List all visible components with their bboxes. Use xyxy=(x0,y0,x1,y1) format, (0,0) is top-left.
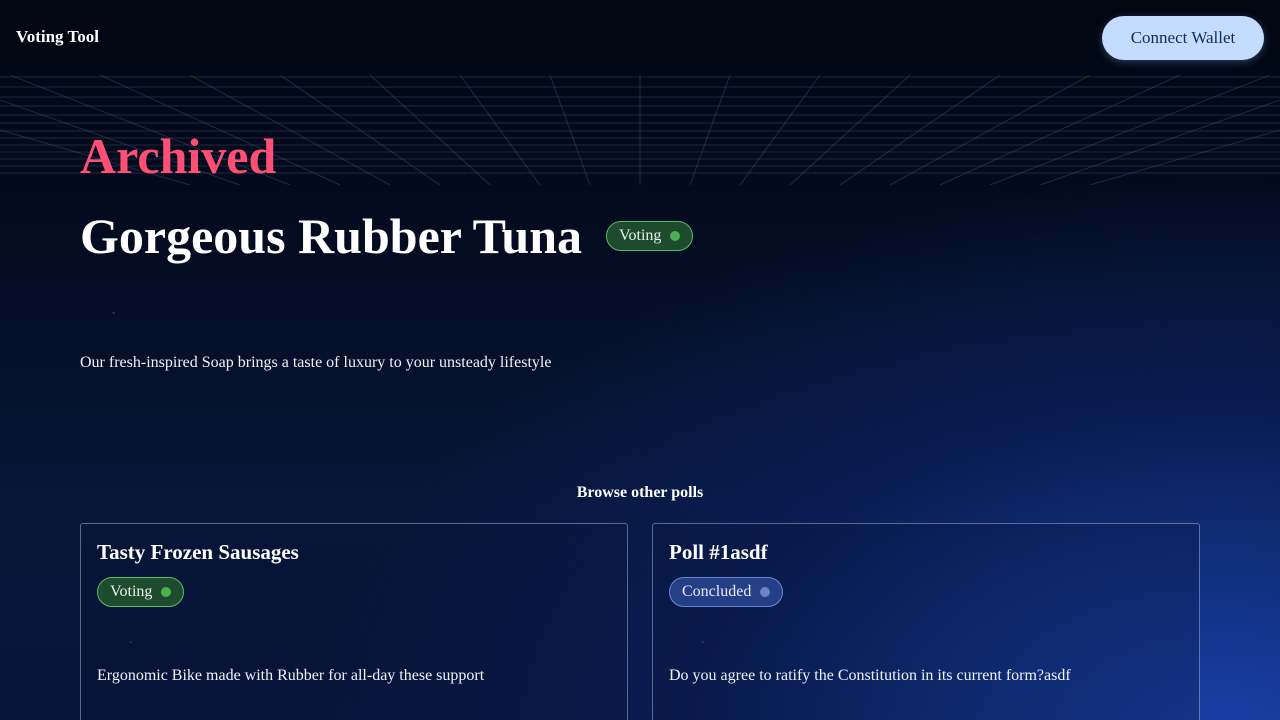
poll-card-description: Ergonomic Bike made with Rubber for all-… xyxy=(97,667,485,684)
status-label: Voting xyxy=(110,583,153,600)
poll-card-description: Do you agree to ratify the Constitution … xyxy=(669,667,1071,684)
poll-card-title[interactable]: Tasty Frozen Sausages xyxy=(97,540,299,565)
poll-card-status-badge: Concluded xyxy=(669,577,784,607)
green-dot-icon xyxy=(161,587,172,597)
poll-description: Our fresh-inspired Soap brings a taste o… xyxy=(80,354,552,371)
poll-title-row: Gorgeous Rubber Tuna Voting xyxy=(80,206,694,266)
poll-card-tick-mark: ` xyxy=(701,641,705,652)
browse-polls-heading: Browse other polls xyxy=(576,484,704,501)
poll-card[interactable]: Tasty Frozen Sausages Voting ` Ergonomic… xyxy=(80,523,628,720)
blue-dot-icon xyxy=(760,587,771,597)
poll-kicker-archived: Archived xyxy=(80,128,277,184)
poll-tick-mark: ` xyxy=(112,312,116,323)
top-navigation-bar: Voting Tool Connect Wallet xyxy=(0,0,1280,75)
app-brand[interactable]: Voting Tool xyxy=(16,27,99,47)
status-label: Concluded xyxy=(682,583,752,600)
poll-status-badge: Voting xyxy=(606,221,694,251)
status-label: Voting xyxy=(619,227,662,244)
connect-wallet-button[interactable]: Connect Wallet xyxy=(1102,16,1264,60)
poll-title: Gorgeous Rubber Tuna xyxy=(80,208,583,264)
poll-card[interactable]: Poll #1asdf Concluded ` Do you agree to … xyxy=(652,523,1200,720)
poll-card-tick-mark: ` xyxy=(129,641,133,652)
poll-card-status-badge: Voting xyxy=(97,577,185,607)
poll-card-title[interactable]: Poll #1asdf xyxy=(669,540,768,565)
green-dot-icon xyxy=(670,231,681,241)
